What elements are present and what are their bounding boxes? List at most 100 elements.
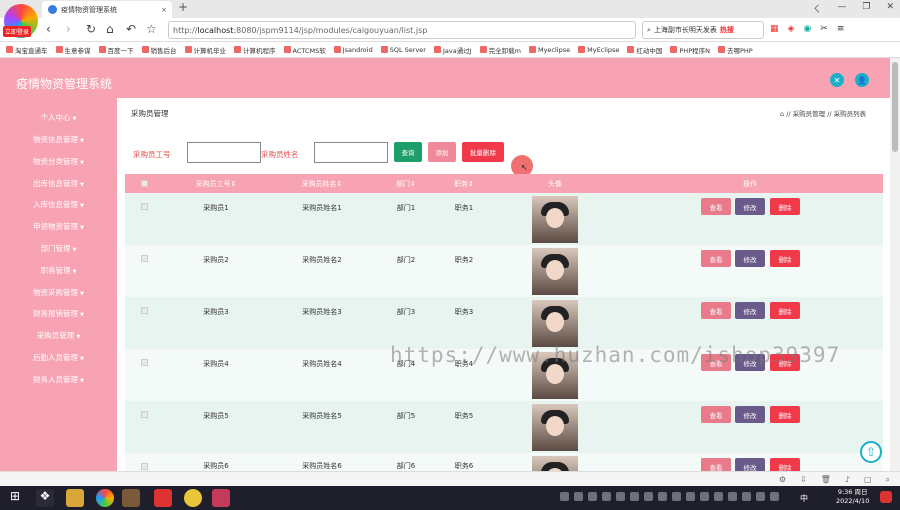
sidebar-item-procurement[interactable]: 物资采购管理 ▼ (0, 287, 117, 298)
app-taskbar-icon[interactable] (122, 489, 140, 507)
column-header-id[interactable]: 采购员工号⇕ (196, 179, 237, 189)
home-icon[interactable]: ⌂ (106, 22, 114, 36)
back-icon[interactable]: ‹ (46, 22, 51, 36)
browser-search-field[interactable]: ⌕ 上海副市长明天发表 热搜 (642, 21, 764, 39)
view-button[interactable]: 查看 (701, 250, 731, 267)
apps-grid-icon[interactable]: ▦ (770, 24, 779, 34)
undo-icon[interactable]: ↶ (126, 22, 136, 36)
tray-icon[interactable] (658, 492, 667, 501)
window-skin-icon[interactable]: ㄑ (812, 2, 821, 15)
back-to-top-icon[interactable]: ⇧ (860, 441, 882, 463)
bookmark-item[interactable]: 红动中国 (627, 45, 662, 55)
breadcrumb[interactable]: ⌂ // 采购员管理 // 采购员列表 (780, 108, 866, 118)
bookmark-item[interactable]: 完全卸载m (479, 45, 521, 55)
extension-icon[interactable]: ◉ (803, 24, 811, 34)
tray-icon[interactable] (574, 492, 583, 501)
sound-icon[interactable]: ♪ (845, 475, 850, 485)
bookmark-item[interactable]: 计算机毕业 (184, 45, 226, 55)
recycle-icon[interactable]: ❖ (36, 489, 54, 507)
bookmark-item[interactable]: SQL Server (380, 46, 426, 54)
bookmark-item[interactable]: 计算机程序 (234, 45, 276, 55)
row-checkbox[interactable] (141, 359, 148, 366)
new-tab-button[interactable]: + (178, 0, 188, 14)
cut-icon[interactable]: ✂ (820, 24, 828, 34)
bookmark-item[interactable]: Java通过J (433, 45, 472, 55)
tray-icon[interactable] (756, 492, 765, 501)
tray-icon[interactable] (616, 492, 625, 501)
game-icon[interactable]: ◈ (788, 24, 795, 34)
bookmark-item[interactable]: Jsandroid (333, 46, 373, 54)
window-restore-icon[interactable]: ❐ (862, 2, 870, 15)
delete-button[interactable]: 删除 (770, 458, 800, 471)
browser-taskbar-icon[interactable] (96, 489, 114, 507)
sidebar-item-supplies[interactable]: 物资信息管理 ▼ (0, 134, 117, 145)
batch-delete-button[interactable]: 批量删除 (462, 142, 504, 162)
reload-icon[interactable]: ↻ (86, 22, 96, 36)
tray-icon[interactable] (742, 492, 751, 501)
user-icon[interactable]: 👤 (855, 73, 869, 87)
tray-icon[interactable] (644, 492, 653, 501)
tray-icon[interactable] (588, 492, 597, 501)
purchaser-name-input[interactable] (314, 142, 388, 163)
sidebar-item-profile[interactable]: 个人中心 ▼ (0, 112, 117, 123)
column-header-dept[interactable]: 部门⇕ (396, 179, 416, 189)
view-button[interactable]: 查看 (701, 458, 731, 471)
tray-icon[interactable] (686, 492, 695, 501)
qq-icon[interactable] (184, 489, 202, 507)
tray-icon[interactable] (630, 492, 639, 501)
bookmark-item[interactable]: Myeclipse (528, 46, 570, 54)
select-all-checkbox[interactable] (141, 180, 148, 187)
purchaser-id-input[interactable] (187, 142, 261, 163)
bookmark-item[interactable]: 去哪PHP (717, 45, 753, 55)
tray-icon[interactable] (714, 492, 723, 501)
ide-icon[interactable] (212, 489, 230, 507)
bookmark-item[interactable]: 销售后台 (141, 45, 177, 55)
menu-icon[interactable]: ≡ (837, 24, 845, 34)
row-checkbox[interactable] (141, 255, 148, 262)
tray-icon[interactable] (672, 492, 681, 501)
edit-button[interactable]: 修改 (735, 250, 765, 267)
sidebar-item-finance[interactable]: 财务人员管理 ▼ (0, 374, 117, 385)
login-badge[interactable]: 立即登录 (3, 26, 32, 37)
trash-icon[interactable]: 🗑 (821, 475, 831, 485)
column-header-name[interactable]: 采购员姓名⇕ (302, 179, 343, 189)
edit-button[interactable]: 修改 (735, 458, 765, 471)
edit-button[interactable]: 修改 (735, 302, 765, 319)
row-checkbox[interactable] (141, 463, 148, 470)
view-button[interactable]: 查看 (701, 406, 731, 423)
bookmark-item[interactable]: 淘宝直通车 (6, 45, 48, 55)
file-explorer-icon[interactable] (66, 489, 84, 507)
tray-icon[interactable] (602, 492, 611, 501)
sidebar-item-purchasers[interactable]: 采购员管理 ▼ (0, 330, 117, 341)
bookmark-item[interactable]: 百度一下 (98, 45, 134, 55)
scrollbar-thumb[interactable] (892, 62, 898, 152)
gear-icon[interactable]: ⚙ (779, 475, 786, 485)
window-minimize-icon[interactable]: — (837, 2, 846, 15)
view-button[interactable]: 查看 (701, 302, 731, 319)
sidebar-item-claims[interactable]: 申领物资管理 ▼ (0, 221, 117, 232)
sidebar-item-positions[interactable]: 职务管理 ▼ (0, 265, 117, 276)
delete-button[interactable]: 删除 (770, 406, 800, 423)
bookmark-item[interactable]: 生意参谋 (55, 45, 91, 55)
bookmark-item[interactable]: MyEclipse (578, 46, 619, 54)
tray-icon[interactable] (770, 492, 779, 501)
row-checkbox[interactable] (141, 411, 148, 418)
delete-button[interactable]: 删除 (770, 198, 800, 215)
tray-icon[interactable] (700, 492, 709, 501)
forward-icon[interactable]: › (66, 22, 71, 36)
bookmark-item[interactable]: PHP程序N (670, 45, 710, 55)
clock[interactable]: 9:36 周日 2022/4/10 (836, 488, 869, 506)
notification-icon[interactable] (880, 491, 892, 503)
sidebar-item-reimbursement[interactable]: 财务报销管理 ▼ (0, 308, 117, 319)
download-icon[interactable]: ⇩ (800, 475, 807, 485)
browser-tab[interactable]: 疫情物资管理系统 × (42, 1, 172, 18)
sidebar-item-outbound[interactable]: 出库信息管理 ▼ (0, 178, 117, 189)
tray-icon[interactable] (728, 492, 737, 501)
windows-start-icon[interactable]: ⊞ (6, 489, 24, 507)
column-header-job[interactable]: 职务⇕ (454, 179, 474, 189)
tray-icon[interactable] (560, 492, 569, 501)
bookmark-item[interactable]: ACTCMS软 (283, 45, 326, 55)
edit-button[interactable]: 修改 (735, 198, 765, 215)
window-icon[interactable]: ▢ (864, 475, 872, 485)
row-checkbox[interactable] (141, 307, 148, 314)
